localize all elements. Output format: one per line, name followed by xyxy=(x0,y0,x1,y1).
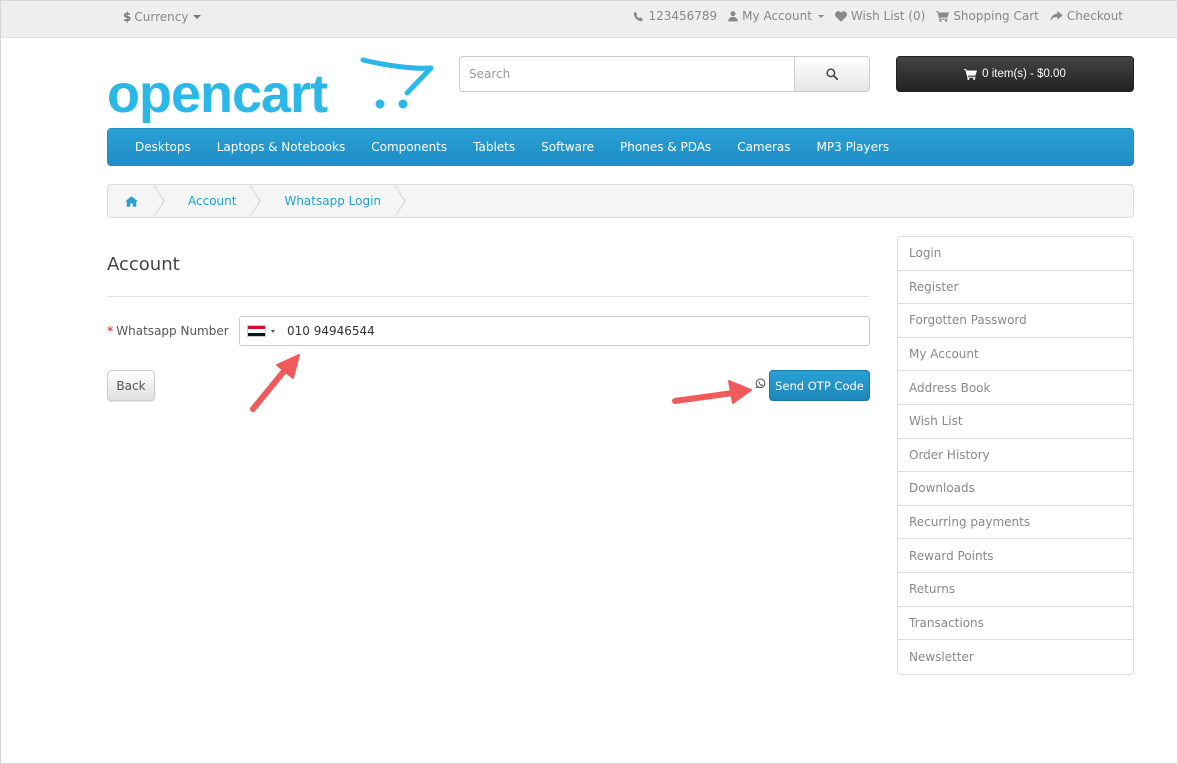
cart-icon xyxy=(936,10,950,22)
breadcrumb: Account Whatsapp Login xyxy=(107,184,1134,218)
currency-dropdown[interactable]: $ Currency xyxy=(123,10,202,24)
my-account-label: My Account xyxy=(742,9,812,23)
sidebar-item-forgotten-password[interactable]: Forgotten Password xyxy=(898,304,1133,338)
user-icon xyxy=(728,10,738,21)
cart-summary: 0 item(s) - $0.00 xyxy=(982,68,1066,80)
cart-button[interactable]: 0 item(s) - $0.00 xyxy=(896,56,1134,92)
menu-item-tablets[interactable]: Tablets xyxy=(460,140,528,154)
my-account-dropdown[interactable]: My Account xyxy=(728,9,824,23)
sidebar-item-order-history[interactable]: Order History xyxy=(898,438,1133,473)
whatsapp-number-label: * Whatsapp Number xyxy=(107,324,229,338)
send-otp-button[interactable]: Send OTP Code xyxy=(769,370,870,401)
currency-symbol: $ xyxy=(123,10,132,24)
sidebar-item-reward-points[interactable]: Reward Points xyxy=(898,539,1133,573)
logo-graphic: opencart xyxy=(107,57,434,124)
logo-text: opencart xyxy=(107,64,328,124)
menu-item-desktops[interactable]: Desktops xyxy=(122,140,204,154)
wish-list-label: Wish List (0) xyxy=(850,9,926,23)
title-divider xyxy=(107,296,870,297)
search-input[interactable] xyxy=(459,56,794,92)
country-selector[interactable] xyxy=(240,317,280,345)
checkout-link[interactable]: Checkout xyxy=(1050,9,1123,23)
share-icon xyxy=(1050,10,1063,22)
caret-down-icon xyxy=(817,14,824,18)
whatsapp-number-input[interactable] xyxy=(280,324,820,338)
required-mark: * xyxy=(107,324,114,338)
caret-down-icon xyxy=(271,329,275,333)
sidebar-item-downloads[interactable]: Downloads xyxy=(898,472,1133,506)
sidebar-item-recurring-payments[interactable]: Recurring payments xyxy=(898,505,1133,540)
sidebar-item-address-book[interactable]: Address Book xyxy=(898,371,1133,405)
account-sidebar: Login Register Forgotten Password My Acc… xyxy=(897,236,1134,675)
cart-icon xyxy=(964,68,978,80)
whatsapp-number-label-text: Whatsapp Number xyxy=(116,324,229,338)
top-bar: $ Currency 123456789 My Account Wish Lis… xyxy=(1,1,1177,38)
sidebar-item-transactions[interactable]: Transactions xyxy=(898,606,1133,641)
egypt-flag-icon xyxy=(247,325,266,337)
back-button[interactable]: Back xyxy=(107,370,155,401)
menu-item-cameras[interactable]: Cameras xyxy=(724,140,803,154)
top-links: 123456789 My Account Wish List (0) Shopp… xyxy=(633,9,1123,23)
breadcrumb-account[interactable]: Account xyxy=(164,185,262,217)
annotation-arrow-icon xyxy=(672,380,752,404)
search-button[interactable] xyxy=(794,56,870,92)
phone-number: 123456789 xyxy=(648,9,718,23)
shopping-cart-link[interactable]: Shopping Cart xyxy=(936,9,1039,23)
wish-list-link[interactable]: Wish List (0) xyxy=(834,9,926,23)
opencart-logo[interactable]: opencart xyxy=(107,55,437,125)
phone-link[interactable]: 123456789 xyxy=(633,9,717,23)
menu-item-mp3-players[interactable]: MP3 Players xyxy=(804,140,903,154)
whatsapp-icon xyxy=(755,378,766,389)
search-icon xyxy=(826,68,838,80)
breadcrumb-whatsapp-login[interactable]: Whatsapp Login xyxy=(260,185,406,217)
breadcrumb-home[interactable] xyxy=(108,185,165,217)
home-icon xyxy=(125,195,138,207)
menu-item-laptops-notebooks[interactable]: Laptops & Notebooks xyxy=(204,140,358,154)
sidebar-item-register[interactable]: Register xyxy=(898,270,1133,305)
main-menu: Desktops Laptops & Notebooks Components … xyxy=(107,128,1134,166)
page-title: Account xyxy=(107,254,180,275)
caret-down-icon xyxy=(193,15,202,19)
annotation-arrow-icon xyxy=(250,354,300,412)
menu-item-components[interactable]: Components xyxy=(358,140,460,154)
whatsapp-number-field xyxy=(239,316,870,346)
sidebar-item-newsletter[interactable]: Newsletter xyxy=(898,640,1133,674)
sidebar-item-returns[interactable]: Returns xyxy=(898,572,1133,607)
sidebar-item-login[interactable]: Login xyxy=(898,237,1133,271)
heart-icon xyxy=(834,10,847,22)
sidebar-item-wish-list[interactable]: Wish List xyxy=(898,404,1133,439)
phone-icon xyxy=(634,11,644,21)
shopping-cart-label: Shopping Cart xyxy=(953,9,1039,23)
menu-item-software[interactable]: Software xyxy=(528,140,607,154)
menu-item-phones-pdas[interactable]: Phones & PDAs xyxy=(607,140,724,154)
search-group xyxy=(459,56,870,92)
currency-label: Currency xyxy=(134,10,189,24)
sidebar-item-my-account[interactable]: My Account xyxy=(898,337,1133,372)
checkout-label: Checkout xyxy=(1066,9,1123,23)
